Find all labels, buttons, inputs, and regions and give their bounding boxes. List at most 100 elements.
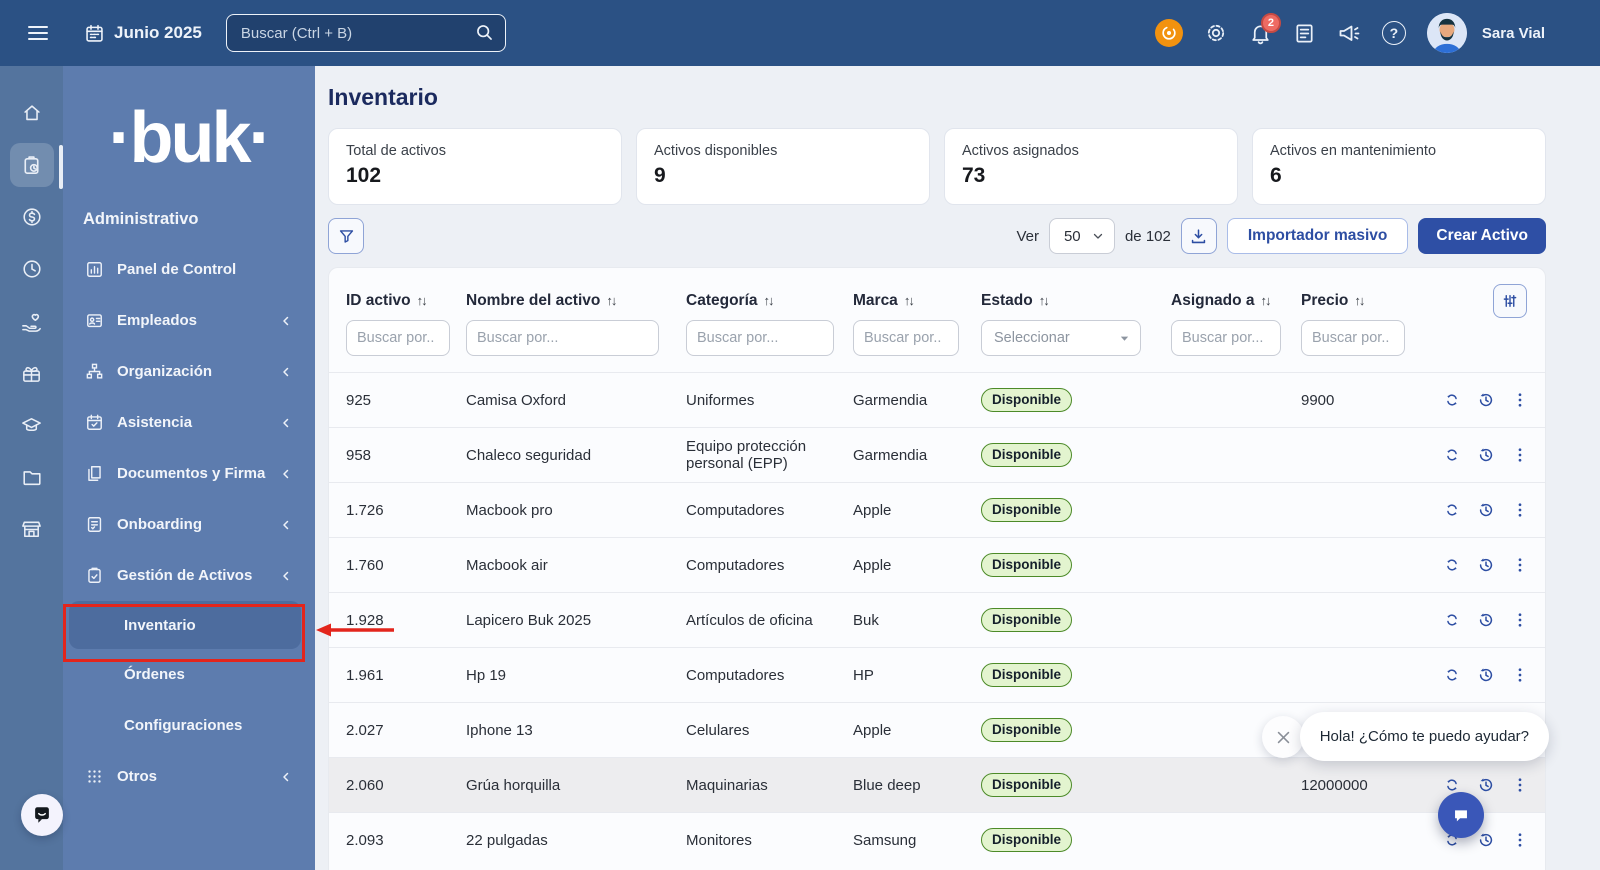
history-icon[interactable]: [1477, 501, 1495, 519]
history-icon[interactable]: [1477, 666, 1495, 684]
table-row[interactable]: 2.093 22 pulgadas Monitores Samsung Disp…: [329, 812, 1545, 868]
history-icon[interactable]: [1477, 831, 1495, 849]
table-row[interactable]: 1.928 Lapicero Buk 2025 Artículos de ofi…: [329, 592, 1545, 648]
filter-category-input[interactable]: [686, 320, 834, 356]
period-selector[interactable]: Junio 2025: [84, 23, 202, 44]
rail-training-icon[interactable]: [6, 399, 58, 451]
table-row[interactable]: 1.726 Macbook pro Computadores Apple Dis…: [329, 482, 1545, 538]
chevron-left-icon: [280, 519, 292, 531]
stat-card-total: Total de activos 102: [328, 128, 622, 205]
sync-icon[interactable]: [1443, 501, 1461, 519]
filter-status-select[interactable]: Seleccionar: [981, 320, 1141, 356]
sidebar-item-empleados[interactable]: Empleados: [63, 295, 315, 346]
kebab-menu-icon[interactable]: [1511, 501, 1529, 519]
table-row[interactable]: 2.060 Grúa horquilla Maquinarias Blue de…: [329, 757, 1545, 813]
search-icon[interactable]: [474, 22, 495, 43]
rail-home-icon[interactable]: [6, 87, 58, 139]
download-button[interactable]: [1180, 218, 1217, 254]
caret-down-icon: [1120, 336, 1129, 341]
sort-icon[interactable]: ↑↓: [1354, 293, 1365, 308]
kebab-menu-icon[interactable]: [1511, 831, 1529, 849]
table-row[interactable]: 958 Chaleco seguridad Equipo protección …: [329, 427, 1545, 483]
sidebar-item-inventario[interactable]: Inventario: [69, 601, 301, 649]
support-chat-button[interactable]: [21, 794, 63, 836]
history-icon[interactable]: [1477, 611, 1495, 629]
sidebar-item-otros[interactable]: Otros: [63, 751, 315, 802]
kebab-menu-icon[interactable]: [1511, 776, 1529, 794]
table-header-row: ID activo ↑↓ Nombre del activo ↑↓ Categorí…: [329, 268, 1545, 314]
ver-label: Ver: [1016, 227, 1039, 245]
filter-price-input[interactable]: [1301, 320, 1405, 356]
sort-icon[interactable]: ↑↓: [764, 293, 775, 308]
sort-icon[interactable]: ↑↓: [1039, 293, 1050, 308]
filter-brand-input[interactable]: [853, 320, 959, 356]
cell-assigned: [1154, 647, 1284, 703]
kebab-menu-icon[interactable]: [1511, 446, 1529, 464]
cell-status: Disponible: [964, 647, 1154, 703]
sync-icon[interactable]: [1443, 611, 1461, 629]
user-avatar[interactable]: [1426, 13, 1467, 53]
cell-category: Equipo protección personal (EPP): [669, 427, 836, 483]
sidebar-item-onboarding[interactable]: Onboarding: [63, 499, 315, 550]
kebab-menu-icon[interactable]: [1511, 611, 1529, 629]
filter-name-input[interactable]: [466, 320, 659, 356]
history-icon[interactable]: [1477, 446, 1495, 464]
announcements-megaphone-icon[interactable]: [1337, 21, 1361, 45]
sidebar-item-gestion-de-activos[interactable]: Gestión de Activos: [63, 550, 315, 601]
table-row[interactable]: 1.760 Macbook air Computadores Apple Dis…: [329, 537, 1545, 593]
sidebar-item-asistencia[interactable]: Asistencia: [63, 397, 315, 448]
sort-icon[interactable]: ↑↓: [1261, 293, 1272, 308]
chat-close-button[interactable]: [1262, 716, 1304, 758]
news-document-icon[interactable]: [1293, 22, 1316, 45]
page-size-select[interactable]: 50: [1048, 218, 1115, 254]
column-settings-button[interactable]: [1493, 284, 1527, 318]
rail-benefits-icon[interactable]: [6, 295, 58, 347]
rail-marketplace-icon[interactable]: [6, 503, 58, 555]
chat-launcher-button[interactable]: [1438, 792, 1484, 838]
rail-payroll-icon[interactable]: [6, 191, 58, 243]
assistant-icon[interactable]: [1154, 19, 1183, 47]
bulk-import-button[interactable]: Importador masivo: [1226, 218, 1409, 254]
notifications-bell-icon[interactable]: 2: [1249, 12, 1281, 45]
history-icon[interactable]: [1477, 556, 1495, 574]
table-row[interactable]: 925 Camisa Oxford Uniformes Garmendia Di…: [329, 372, 1545, 428]
kebab-menu-icon[interactable]: [1511, 666, 1529, 684]
settings-gear-icon[interactable]: [1204, 21, 1228, 45]
filter-id-input[interactable]: [346, 320, 450, 356]
filter-button[interactable]: [328, 218, 364, 254]
cell-name: Hp 19: [449, 647, 669, 703]
help-icon[interactable]: ?: [1381, 21, 1406, 45]
kebab-menu-icon[interactable]: [1511, 391, 1529, 409]
hamburger-menu-icon[interactable]: [26, 21, 50, 45]
sync-icon[interactable]: [1443, 391, 1461, 409]
sort-icon[interactable]: ↑↓: [417, 293, 428, 308]
sort-icon[interactable]: ↑↓: [606, 293, 617, 308]
sidebar-item-panel-de-control[interactable]: Panel de Control: [63, 244, 315, 295]
cell-assigned: [1154, 812, 1284, 868]
rail-gifts-icon[interactable]: [6, 347, 58, 399]
sidebar-item-organizacion[interactable]: Organización: [63, 346, 315, 397]
sidebar-item-configuraciones[interactable]: Configuraciones: [63, 700, 315, 751]
sidebar-item-documentos-y-firma[interactable]: Documentos y Firma: [63, 448, 315, 499]
rail-assets-icon[interactable]: [6, 139, 58, 191]
create-asset-button[interactable]: Crear Activo: [1418, 218, 1546, 254]
rail-time-icon[interactable]: [6, 243, 58, 295]
table-row[interactable]: 1.961 Hp 19 Computadores HP Disponible: [329, 647, 1545, 703]
sync-icon[interactable]: [1443, 556, 1461, 574]
sync-icon[interactable]: [1443, 446, 1461, 464]
history-icon[interactable]: [1477, 776, 1495, 794]
rail-files-icon[interactable]: [6, 451, 58, 503]
sort-icon[interactable]: ↑↓: [904, 293, 915, 308]
stat-card-mantenimiento: Activos en mantenimiento 6: [1252, 128, 1546, 205]
organization-icon: [83, 362, 105, 381]
cell-brand: Apple: [836, 482, 964, 538]
kebab-menu-icon[interactable]: [1511, 556, 1529, 574]
filter-assigned-input[interactable]: [1171, 320, 1281, 356]
sidebar-item-ordenes[interactable]: Órdenes: [63, 649, 315, 700]
sync-icon[interactable]: [1443, 666, 1461, 684]
chat-greeting-bubble[interactable]: Hola! ¿Cómo te puedo ayudar?: [1299, 712, 1549, 761]
cell-name: Lapicero Buk 2025: [449, 592, 669, 648]
history-icon[interactable]: [1477, 391, 1495, 409]
search-input[interactable]: [225, 14, 506, 52]
cell-brand: Garmendia: [836, 427, 964, 483]
